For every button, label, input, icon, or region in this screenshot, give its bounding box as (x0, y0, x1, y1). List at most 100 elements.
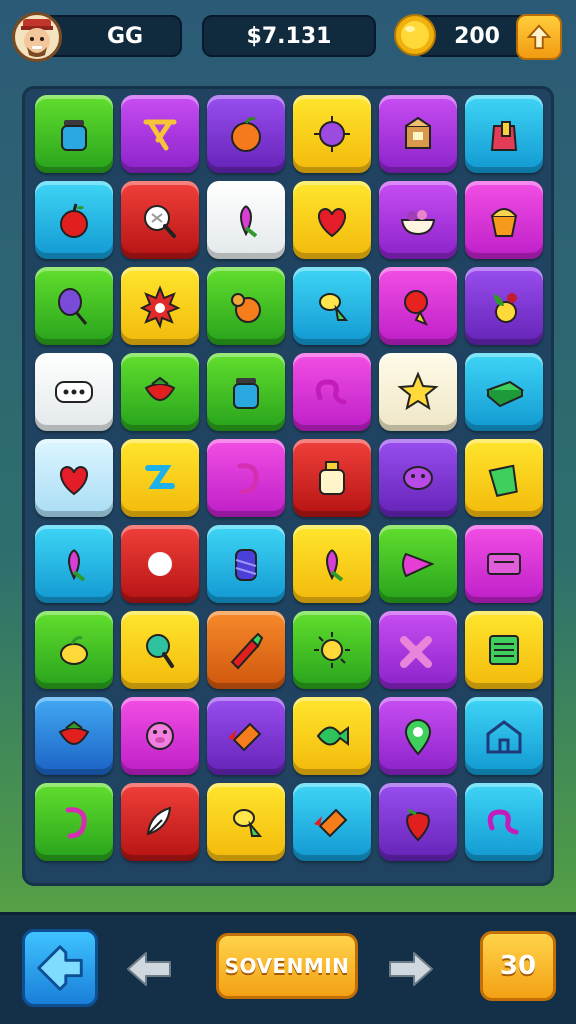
board-tile[interactable] (35, 697, 113, 775)
board-tile[interactable] (207, 525, 285, 603)
bottom-bar: SOVENMIN 30 (0, 912, 576, 1024)
board-icon (489, 635, 519, 665)
map-pin-icon (404, 719, 432, 756)
board-tile[interactable] (35, 783, 113, 861)
level-display: GG (42, 15, 182, 57)
board-tile[interactable] (35, 525, 113, 603)
avatar-face-icon (21, 19, 53, 57)
pig-icon (146, 722, 174, 750)
board-tile[interactable] (293, 611, 371, 689)
board-tile[interactable] (465, 439, 543, 517)
upgrade-button[interactable] (516, 14, 562, 60)
board-tile[interactable] (35, 95, 113, 173)
can-icon (235, 549, 257, 581)
board-tile[interactable] (121, 267, 199, 345)
hook-icon (65, 807, 87, 839)
back-button[interactable] (22, 929, 98, 1007)
board-tile[interactable] (293, 267, 371, 345)
board-tile[interactable] (207, 267, 285, 345)
board-tile[interactable] (293, 697, 371, 775)
board-tile[interactable] (207, 697, 285, 775)
cross-icon (400, 636, 432, 668)
tray-icon (487, 553, 521, 575)
bag-icon (490, 121, 518, 151)
board-tile[interactable] (465, 267, 543, 345)
board-tile[interactable] (293, 353, 371, 431)
book-icon (486, 380, 525, 408)
house-icon (486, 720, 522, 754)
flower-icon (326, 549, 344, 582)
sun-icon (314, 632, 350, 668)
board-tile[interactable] (207, 439, 285, 517)
board-tile[interactable] (379, 697, 457, 775)
board-tile[interactable] (379, 353, 457, 431)
board-tile[interactable] (121, 181, 199, 259)
hook-icon (237, 463, 259, 495)
board-tile[interactable] (465, 611, 543, 689)
board-tile[interactable] (207, 611, 285, 689)
board-tile[interactable] (121, 697, 199, 775)
board-tile[interactable] (293, 439, 371, 517)
blob-icon (403, 466, 433, 490)
board-tile[interactable] (35, 267, 113, 345)
symbol-icon (143, 119, 177, 151)
board-tile[interactable] (35, 181, 113, 259)
board-tile[interactable] (35, 611, 113, 689)
coin-icon (392, 12, 438, 58)
board-tile[interactable] (293, 783, 371, 861)
board-tile[interactable] (465, 525, 543, 603)
board-tile[interactable] (207, 783, 285, 861)
board-tile[interactable] (207, 181, 285, 259)
board-tile[interactable] (121, 95, 199, 173)
board-tile[interactable] (207, 353, 285, 431)
strawberry-icon (144, 376, 176, 401)
candy-icon (233, 809, 263, 837)
board-tile[interactable] (465, 697, 543, 775)
board-tile[interactable] (121, 439, 199, 517)
board-tile[interactable] (121, 353, 199, 431)
next-arrow-button[interactable] (386, 947, 436, 991)
board-tile[interactable] (35, 353, 113, 431)
chat-bubble-icon (55, 381, 93, 403)
box-icon (405, 116, 431, 149)
board-tile[interactable] (121, 525, 199, 603)
ribbon-icon (315, 379, 347, 405)
leaf-icon (488, 464, 518, 497)
apple-icon (60, 203, 88, 238)
board-tile[interactable] (293, 181, 371, 259)
board-tile[interactable] (121, 611, 199, 689)
board-tile[interactable] (121, 783, 199, 861)
board-tile[interactable] (465, 95, 543, 173)
board-tile[interactable] (465, 181, 543, 259)
orange-icon (231, 117, 261, 152)
board-tile[interactable] (379, 525, 457, 603)
board-tile[interactable] (379, 439, 457, 517)
board-tile[interactable] (207, 95, 285, 173)
candy-icon (319, 293, 349, 321)
previous-arrow-button[interactable] (124, 947, 174, 991)
board-tile[interactable] (293, 95, 371, 173)
heart-icon (60, 465, 88, 496)
moves-counter-button[interactable]: 30 (480, 931, 556, 1001)
board-tile[interactable] (465, 353, 543, 431)
board-tile[interactable] (293, 525, 371, 603)
rocket-icon (314, 808, 348, 838)
main-action-button[interactable]: SOVENMIN (216, 933, 358, 999)
back-arrow-icon (37, 945, 83, 991)
board-tile[interactable] (379, 611, 457, 689)
strawberry-icon (58, 720, 90, 745)
board-tile[interactable] (379, 267, 457, 345)
virus-icon (314, 116, 350, 152)
board-tile[interactable] (465, 783, 543, 861)
feather-icon (146, 806, 172, 836)
game-board (22, 86, 554, 886)
pear-icon (231, 293, 261, 323)
bowl-icon (400, 210, 436, 236)
fruit-icon (494, 293, 517, 323)
board-tile[interactable] (35, 439, 113, 517)
player-avatar[interactable] (12, 12, 62, 62)
money-display: $7.131 (202, 15, 376, 57)
board-tile[interactable] (379, 181, 457, 259)
board-tile[interactable] (379, 783, 457, 861)
board-tile[interactable] (379, 95, 457, 173)
